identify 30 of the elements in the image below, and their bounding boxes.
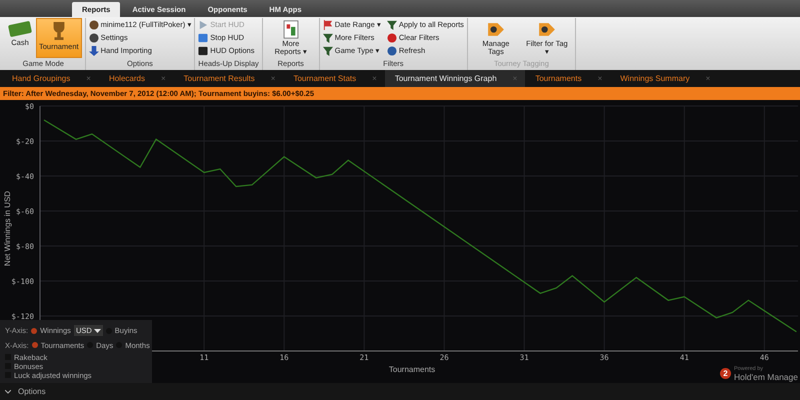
funnel-icon (386, 20, 397, 30)
tab-label[interactable]: Tournaments (535, 74, 582, 83)
banknote-icon (8, 20, 32, 38)
document-tab[interactable]: Tournament Stats × (283, 70, 385, 87)
document-tab[interactable]: Tournament Results × (174, 70, 284, 87)
tab-label[interactable]: Hand Groupings (12, 74, 70, 83)
tab-label[interactable]: Tournament Results (184, 74, 255, 83)
document-tab[interactable]: Hand Groupings × (2, 70, 99, 87)
document-tab[interactable]: Winnings Summary × (610, 70, 718, 87)
chevron-icon (5, 390, 11, 394)
arrow-icon (88, 46, 99, 56)
brand-name: Hold'em Manage (734, 373, 798, 381)
funnel-icon (322, 46, 333, 56)
funnel-icon (322, 32, 333, 42)
document-tab[interactable]: Holecards × (98, 70, 174, 87)
tab-label[interactable]: Tournament Stats (293, 74, 356, 83)
document-tab[interactable]: Tournaments × (525, 70, 610, 87)
tab-label[interactable]: Holecards (108, 74, 145, 83)
square-icon (198, 32, 208, 42)
tab-label[interactable]: Winnings Summary (620, 74, 690, 83)
tab-label[interactable]: Tournament Winnings Graph (394, 74, 497, 83)
caret-icon (94, 328, 101, 333)
y-axis-title: Net Winnings in USD (3, 190, 12, 266)
flag-icon (322, 20, 333, 30)
document-icon (282, 20, 300, 39)
document-tab[interactable]: Tournament Winnings Graph × (384, 70, 526, 87)
logo-badge: 2 (720, 368, 731, 378)
x-axis-title: Tournaments (388, 365, 436, 374)
play-icon (198, 20, 208, 30)
options-toggle[interactable]: Options (0, 387, 51, 396)
